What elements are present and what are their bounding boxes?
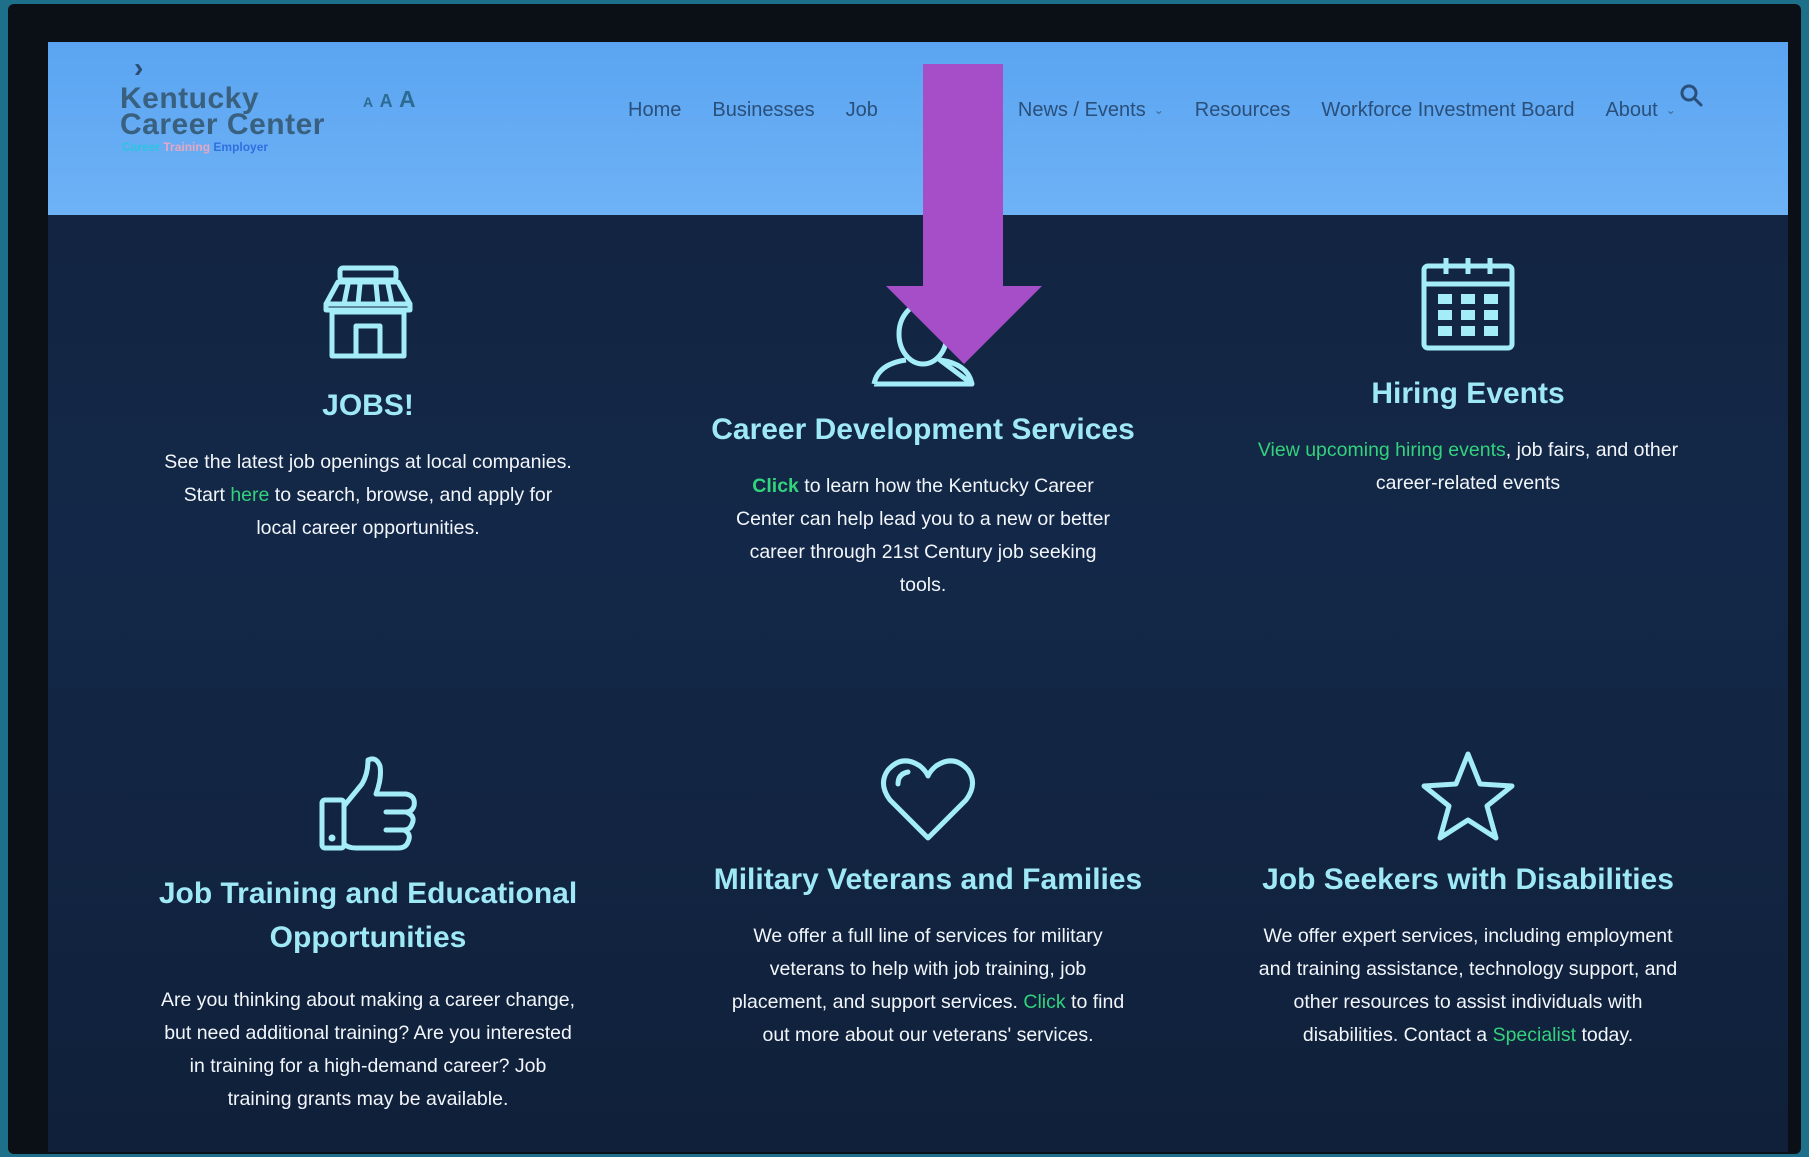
logo-chevron-icon: ›: [134, 52, 144, 83]
nav-item-label: Resources: [1194, 98, 1291, 121]
career-click-link[interactable]: Click: [752, 475, 799, 497]
nav-item-about[interactable]: About ⌄: [1605, 99, 1675, 122]
card-title: Job Seekers with Disabilities: [1262, 863, 1674, 896]
nav-item-label: About: [1605, 98, 1658, 121]
chevron-down-icon: ⌄: [1153, 103, 1164, 117]
nav-item-job[interactable]: Job: [846, 99, 878, 122]
logo-tag-employer: Employer: [213, 140, 269, 154]
calendar-icon: [1421, 258, 1515, 351]
search-icon[interactable]: [1678, 82, 1704, 108]
thumbs-up-icon: [319, 756, 417, 851]
card-text: today.: [1576, 1024, 1634, 1046]
card-description: We offer expert services, including empl…: [1248, 920, 1688, 1052]
card-text: Are you thinking about making a career c…: [160, 989, 576, 1110]
browser-viewport: › Kentucky Career Center Career Training…: [48, 42, 1788, 1152]
card-jobs: JOBS! See the latest job openings at loc…: [148, 262, 588, 545]
site-logo[interactable]: › Kentucky Career Center Career Training…: [120, 52, 324, 162]
main-nav: Home Businesses Job News / Events ⌄ Resou…: [628, 90, 1707, 130]
card-title: Military Veterans and Families: [713, 863, 1143, 896]
arrow-down-icon: [886, 64, 1042, 364]
chevron-down-icon: ⌄: [1665, 103, 1676, 117]
heart-icon: [881, 758, 975, 841]
nav-item-label: Businesses: [712, 98, 815, 121]
font-size-small-button[interactable]: A: [363, 94, 373, 110]
card-job-training: Job Training and Educational Opportuniti…: [158, 750, 578, 1116]
card-description: View upcoming hiring events, job fairs, …: [1253, 434, 1683, 500]
card-title: Job Training and Educational Opportuniti…: [158, 877, 578, 954]
card-description: See the latest job openings at local com…: [148, 446, 588, 545]
logo-tag-training: Training: [163, 140, 211, 154]
card-title: JOBS!: [322, 389, 414, 422]
card-description: We offer a full line of services for mil…: [713, 920, 1143, 1052]
card-hiring-events: Hiring Events View upcoming hiring event…: [1253, 254, 1683, 500]
specialist-link[interactable]: Specialist: [1493, 1024, 1576, 1046]
nav-item-businesses[interactable]: Businesses: [712, 99, 814, 122]
veterans-click-link[interactable]: Click: [1023, 991, 1065, 1013]
card-job-seekers-disabilities: Job Seekers with Disabilities We offer e…: [1248, 748, 1688, 1052]
jobs-here-link[interactable]: here: [230, 484, 269, 506]
card-text: to search, browse, and apply for local c…: [256, 484, 553, 539]
nav-item-resources[interactable]: Resources: [1195, 99, 1291, 122]
hiring-events-link[interactable]: View upcoming hiring events: [1258, 439, 1506, 461]
device-frame: › Kentucky Career Center Career Training…: [8, 4, 1801, 1154]
nav-item-label: Workforce Investment Board: [1321, 98, 1575, 121]
star-icon: [1421, 751, 1515, 841]
card-description: Click to learn how the Kentucky Career C…: [708, 470, 1138, 602]
nav-item-workforce-investment-board[interactable]: Workforce Investment Board: [1321, 99, 1574, 122]
card-title: Career Development Services: [711, 413, 1135, 446]
logo-tagline: Career Training Employer: [122, 140, 268, 154]
store-icon: [323, 265, 413, 359]
card-title: Hiring Events: [1371, 377, 1565, 410]
logo-text-line2: Career Center: [120, 108, 325, 141]
nav-item-label: Job: [845, 98, 878, 121]
nav-item-home[interactable]: Home: [628, 99, 681, 122]
nav-item-label: Home: [628, 98, 682, 121]
font-size-controls: A A A: [363, 86, 418, 113]
card-military-veterans: Military Veterans and Families We offer …: [713, 754, 1143, 1052]
card-description: Are you thinking about making a career c…: [158, 984, 578, 1116]
font-size-medium-button[interactable]: A: [380, 91, 393, 111]
logo-tag-career: Career: [122, 140, 161, 154]
font-size-large-button[interactable]: A: [399, 86, 416, 112]
